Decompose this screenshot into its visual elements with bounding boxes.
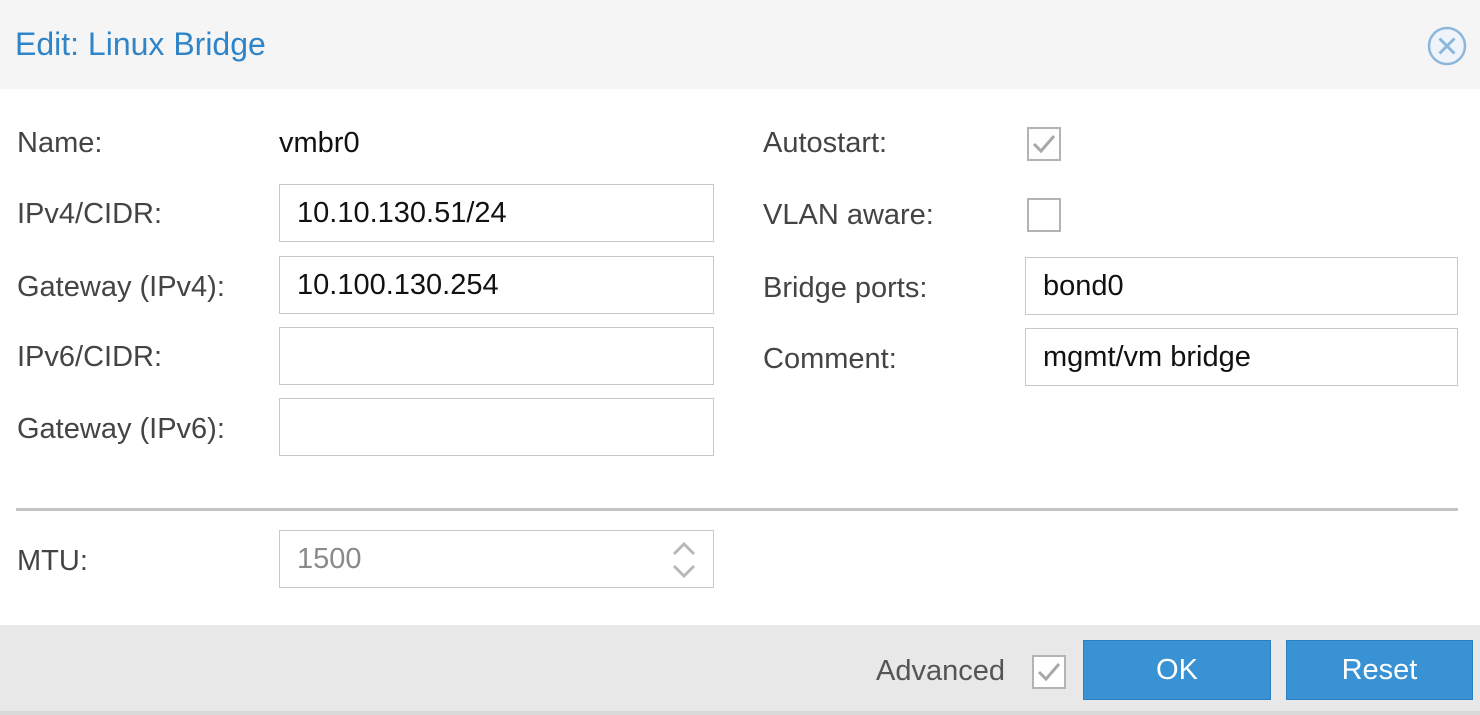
dialog-header: Edit: Linux Bridge [0,0,1480,89]
gateway-ipv4-input[interactable] [279,256,714,314]
comment-label: Comment: [763,343,897,375]
footer-border [0,711,1480,715]
dialog-title: Edit: Linux Bridge [15,26,266,62]
section-divider [16,508,1458,511]
mtu-input[interactable] [279,530,714,588]
ipv4-cidr-label: IPv4/CIDR: [17,198,163,230]
name-label: Name: [17,127,103,159]
check-icon [1037,663,1061,682]
vlan-aware-checkbox[interactable] [1027,198,1061,232]
ipv6-cidr-input[interactable] [279,327,714,385]
name-value: vmbr0 [279,127,360,159]
comment-input[interactable] [1025,328,1458,386]
ipv6-cidr-label: IPv6/CIDR: [17,341,163,373]
vlan-aware-label: VLAN aware: [763,199,934,231]
autostart-checkbox[interactable] [1027,127,1061,161]
ipv4-cidr-input[interactable] [279,184,714,242]
autostart-label: Autostart: [763,127,888,159]
close-icon[interactable] [1426,26,1468,66]
ok-button[interactable]: OK [1083,640,1271,700]
check-icon [1032,135,1056,154]
bridge-ports-label: Bridge ports: [763,272,928,304]
reset-button[interactable]: Reset [1286,640,1473,700]
gateway-ipv4-label: Gateway (IPv4): [17,271,225,303]
bridge-ports-input[interactable] [1025,257,1458,315]
gateway-ipv6-input[interactable] [279,398,714,456]
dialog-footer: Advanced OK Reset [0,625,1480,715]
gateway-ipv6-label: Gateway (IPv6): [17,413,225,445]
advanced-checkbox[interactable] [1032,655,1066,689]
mtu-label: MTU: [17,545,88,577]
spinner-arrows-icon[interactable] [668,538,700,582]
advanced-label: Advanced [876,655,1005,687]
